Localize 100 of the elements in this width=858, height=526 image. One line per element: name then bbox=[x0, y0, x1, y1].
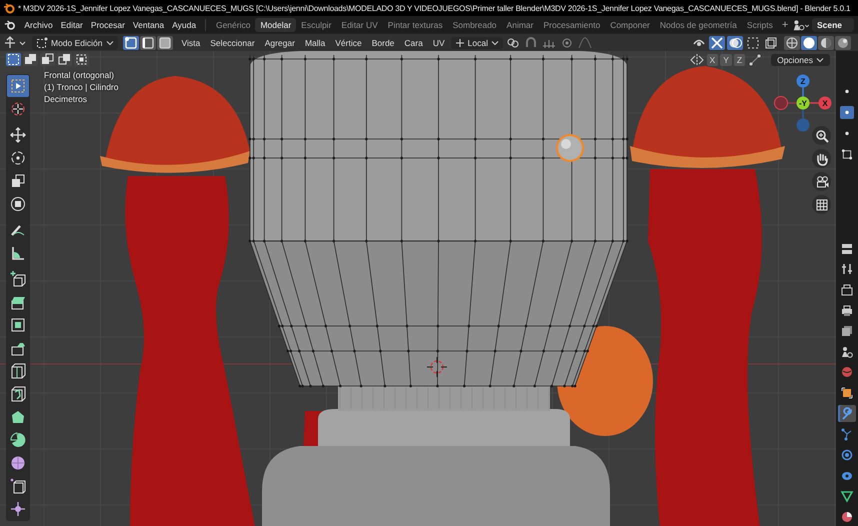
globe-icon bbox=[840, 365, 854, 380]
workspace-tab[interactable]: Modelar bbox=[255, 18, 296, 32]
select-box-icon bbox=[9, 77, 27, 95]
gizmo-axis-handle[interactable]: X bbox=[818, 96, 832, 110]
blender-logo-icon bbox=[3, 2, 15, 14]
menu-item[interactable]: Archivo bbox=[20, 20, 57, 30]
material-shading-icon bbox=[819, 36, 833, 50]
xray-icon[interactable] bbox=[763, 36, 779, 50]
caret-icon bbox=[106, 38, 114, 46]
mesh-overlay-icon[interactable] bbox=[745, 36, 761, 50]
gizmo-axis-handle[interactable] bbox=[796, 118, 810, 132]
overlay-toggle-icon[interactable] bbox=[727, 36, 743, 50]
face-select-button[interactable] bbox=[156, 36, 173, 50]
gizmo-axis-handle[interactable]: -Y bbox=[796, 96, 810, 110]
selection-mode-button[interactable] bbox=[74, 53, 89, 66]
hand-icon bbox=[814, 152, 828, 166]
solid-shading-icon bbox=[802, 36, 816, 50]
view-menu-item[interactable]: UV bbox=[428, 38, 449, 48]
edge-slide-icon bbox=[9, 477, 27, 495]
mirror-icon[interactable] bbox=[688, 52, 705, 66]
select-box-tool[interactable] bbox=[7, 75, 29, 97]
menu-item[interactable]: Ventana bbox=[128, 20, 168, 30]
triangle-mesh-icon bbox=[840, 489, 854, 504]
solid-shading-button[interactable] bbox=[801, 36, 817, 50]
orientation-icon bbox=[454, 38, 465, 48]
workspace-tab[interactable]: Animar bbox=[502, 18, 538, 32]
selection-mode-icon bbox=[58, 53, 71, 66]
add-workspace-button[interactable]: + bbox=[778, 18, 792, 30]
pivot-icon[interactable] bbox=[504, 36, 521, 50]
workspace-tab[interactable]: Genérico bbox=[210, 18, 256, 32]
face-select-icon bbox=[158, 36, 172, 50]
view-menu-item[interactable]: Seleccionar bbox=[206, 38, 259, 48]
orientation-label: Local bbox=[468, 38, 488, 48]
scene-icon[interactable] bbox=[792, 18, 810, 32]
view-menu-item[interactable]: Cara bbox=[400, 38, 427, 48]
wireframe-shading-button[interactable] bbox=[784, 36, 800, 50]
wrench-icon bbox=[840, 406, 854, 421]
move-icon bbox=[9, 126, 27, 144]
caret-icon bbox=[816, 56, 824, 64]
workspace-tab[interactable]: Nodos de geometría bbox=[654, 18, 742, 32]
measure-icon bbox=[9, 244, 27, 262]
selection-mode-icon bbox=[7, 53, 20, 66]
vertex-select-button[interactable] bbox=[122, 36, 139, 50]
3d-cursor-icon bbox=[426, 356, 448, 378]
camera-icon bbox=[814, 174, 828, 188]
inset-icon bbox=[9, 316, 27, 334]
scene-selector[interactable]: Scene bbox=[812, 18, 854, 32]
menu-item[interactable]: Editar bbox=[56, 20, 87, 30]
editor-type-icon[interactable] bbox=[4, 36, 28, 50]
workspace-tab[interactable]: Esculpir bbox=[296, 18, 336, 32]
viewport-info-text: (1) Tronco | Cilindro bbox=[44, 82, 118, 92]
mode-dropdown[interactable]: Modo Edición bbox=[32, 36, 118, 50]
view-menu-item[interactable]: Malla bbox=[300, 38, 330, 48]
view-menu-item[interactable]: Vista bbox=[178, 38, 204, 48]
workspace-tab[interactable]: Pintar texturas bbox=[382, 18, 448, 32]
tools-icon bbox=[840, 262, 854, 276]
selection-mode-icon bbox=[24, 53, 37, 66]
view-menu-item[interactable]: Agregar bbox=[260, 38, 299, 48]
vertex-select-icon bbox=[124, 36, 138, 50]
cursor-icon bbox=[9, 100, 27, 118]
options-dropdown[interactable]: Opciones bbox=[771, 54, 830, 66]
axis-toggle[interactable]: Y bbox=[720, 54, 732, 66]
menu-item[interactable]: Procesar bbox=[86, 20, 129, 30]
gizmo-axis-handle[interactable]: Z bbox=[796, 74, 810, 88]
workspace-tab[interactable]: Sombreado bbox=[448, 18, 502, 32]
window-title: * M3DV 2026-1S_Jennifer Lopez Vanegas_CASCANUECES_MUGS [C:\Users\jenni\Downloads\MODELADO 3D Y VIDEOJUEGOS\Primer taller Blender\M3DV 2026-1S_Jennifer Lopez Vanegas_CASCANUECES_MUGS.blend] - Blender 5.0.1 bbox=[18, 4, 850, 12]
selection-mode-button[interactable] bbox=[40, 53, 55, 66]
auto-merge-icon[interactable] bbox=[747, 52, 764, 66]
selection-mode-button[interactable] bbox=[57, 53, 72, 66]
loop-cut-icon bbox=[9, 362, 27, 380]
rendered-shading-button[interactable] bbox=[835, 36, 851, 50]
view-menu-item[interactable]: Borde bbox=[368, 38, 398, 48]
scale-icon bbox=[9, 172, 27, 190]
knife-icon bbox=[9, 385, 27, 403]
workspace-tab[interactable]: Componer bbox=[605, 18, 655, 32]
workspace-tab[interactable]: Editar UV bbox=[336, 18, 383, 32]
render-icon bbox=[840, 283, 854, 298]
selection-mode-button[interactable] bbox=[6, 53, 21, 66]
zoom-icon bbox=[814, 128, 828, 142]
vertex-square-icon[interactable] bbox=[840, 148, 854, 161]
workspace-tab[interactable]: Scripts bbox=[742, 18, 778, 32]
spin-icon bbox=[9, 431, 27, 449]
shrink-fatten-icon bbox=[9, 500, 27, 518]
view-menu-item[interactable]: Vértice bbox=[331, 38, 366, 48]
orientation-dropdown[interactable]: Local bbox=[450, 36, 503, 48]
selection-mode-button[interactable] bbox=[23, 53, 38, 66]
add-cube-icon bbox=[9, 270, 27, 288]
gizmo-toggle-icon[interactable] bbox=[709, 36, 725, 50]
menu-item[interactable]: Ayuda bbox=[168, 20, 200, 30]
poly-build-icon bbox=[9, 408, 27, 426]
sliders-icon bbox=[840, 242, 854, 256]
blender-logo-icon[interactable] bbox=[4, 18, 16, 30]
rendered-shading-icon bbox=[836, 36, 850, 50]
material-shading-button[interactable] bbox=[818, 36, 834, 50]
select-icon bbox=[36, 36, 48, 48]
particles-icon bbox=[840, 427, 854, 442]
edge-select-button[interactable] bbox=[140, 36, 156, 50]
workspace-tab[interactable]: Procesamiento bbox=[538, 18, 606, 32]
scene-icon bbox=[840, 344, 854, 359]
edge-select-icon bbox=[140, 36, 155, 50]
